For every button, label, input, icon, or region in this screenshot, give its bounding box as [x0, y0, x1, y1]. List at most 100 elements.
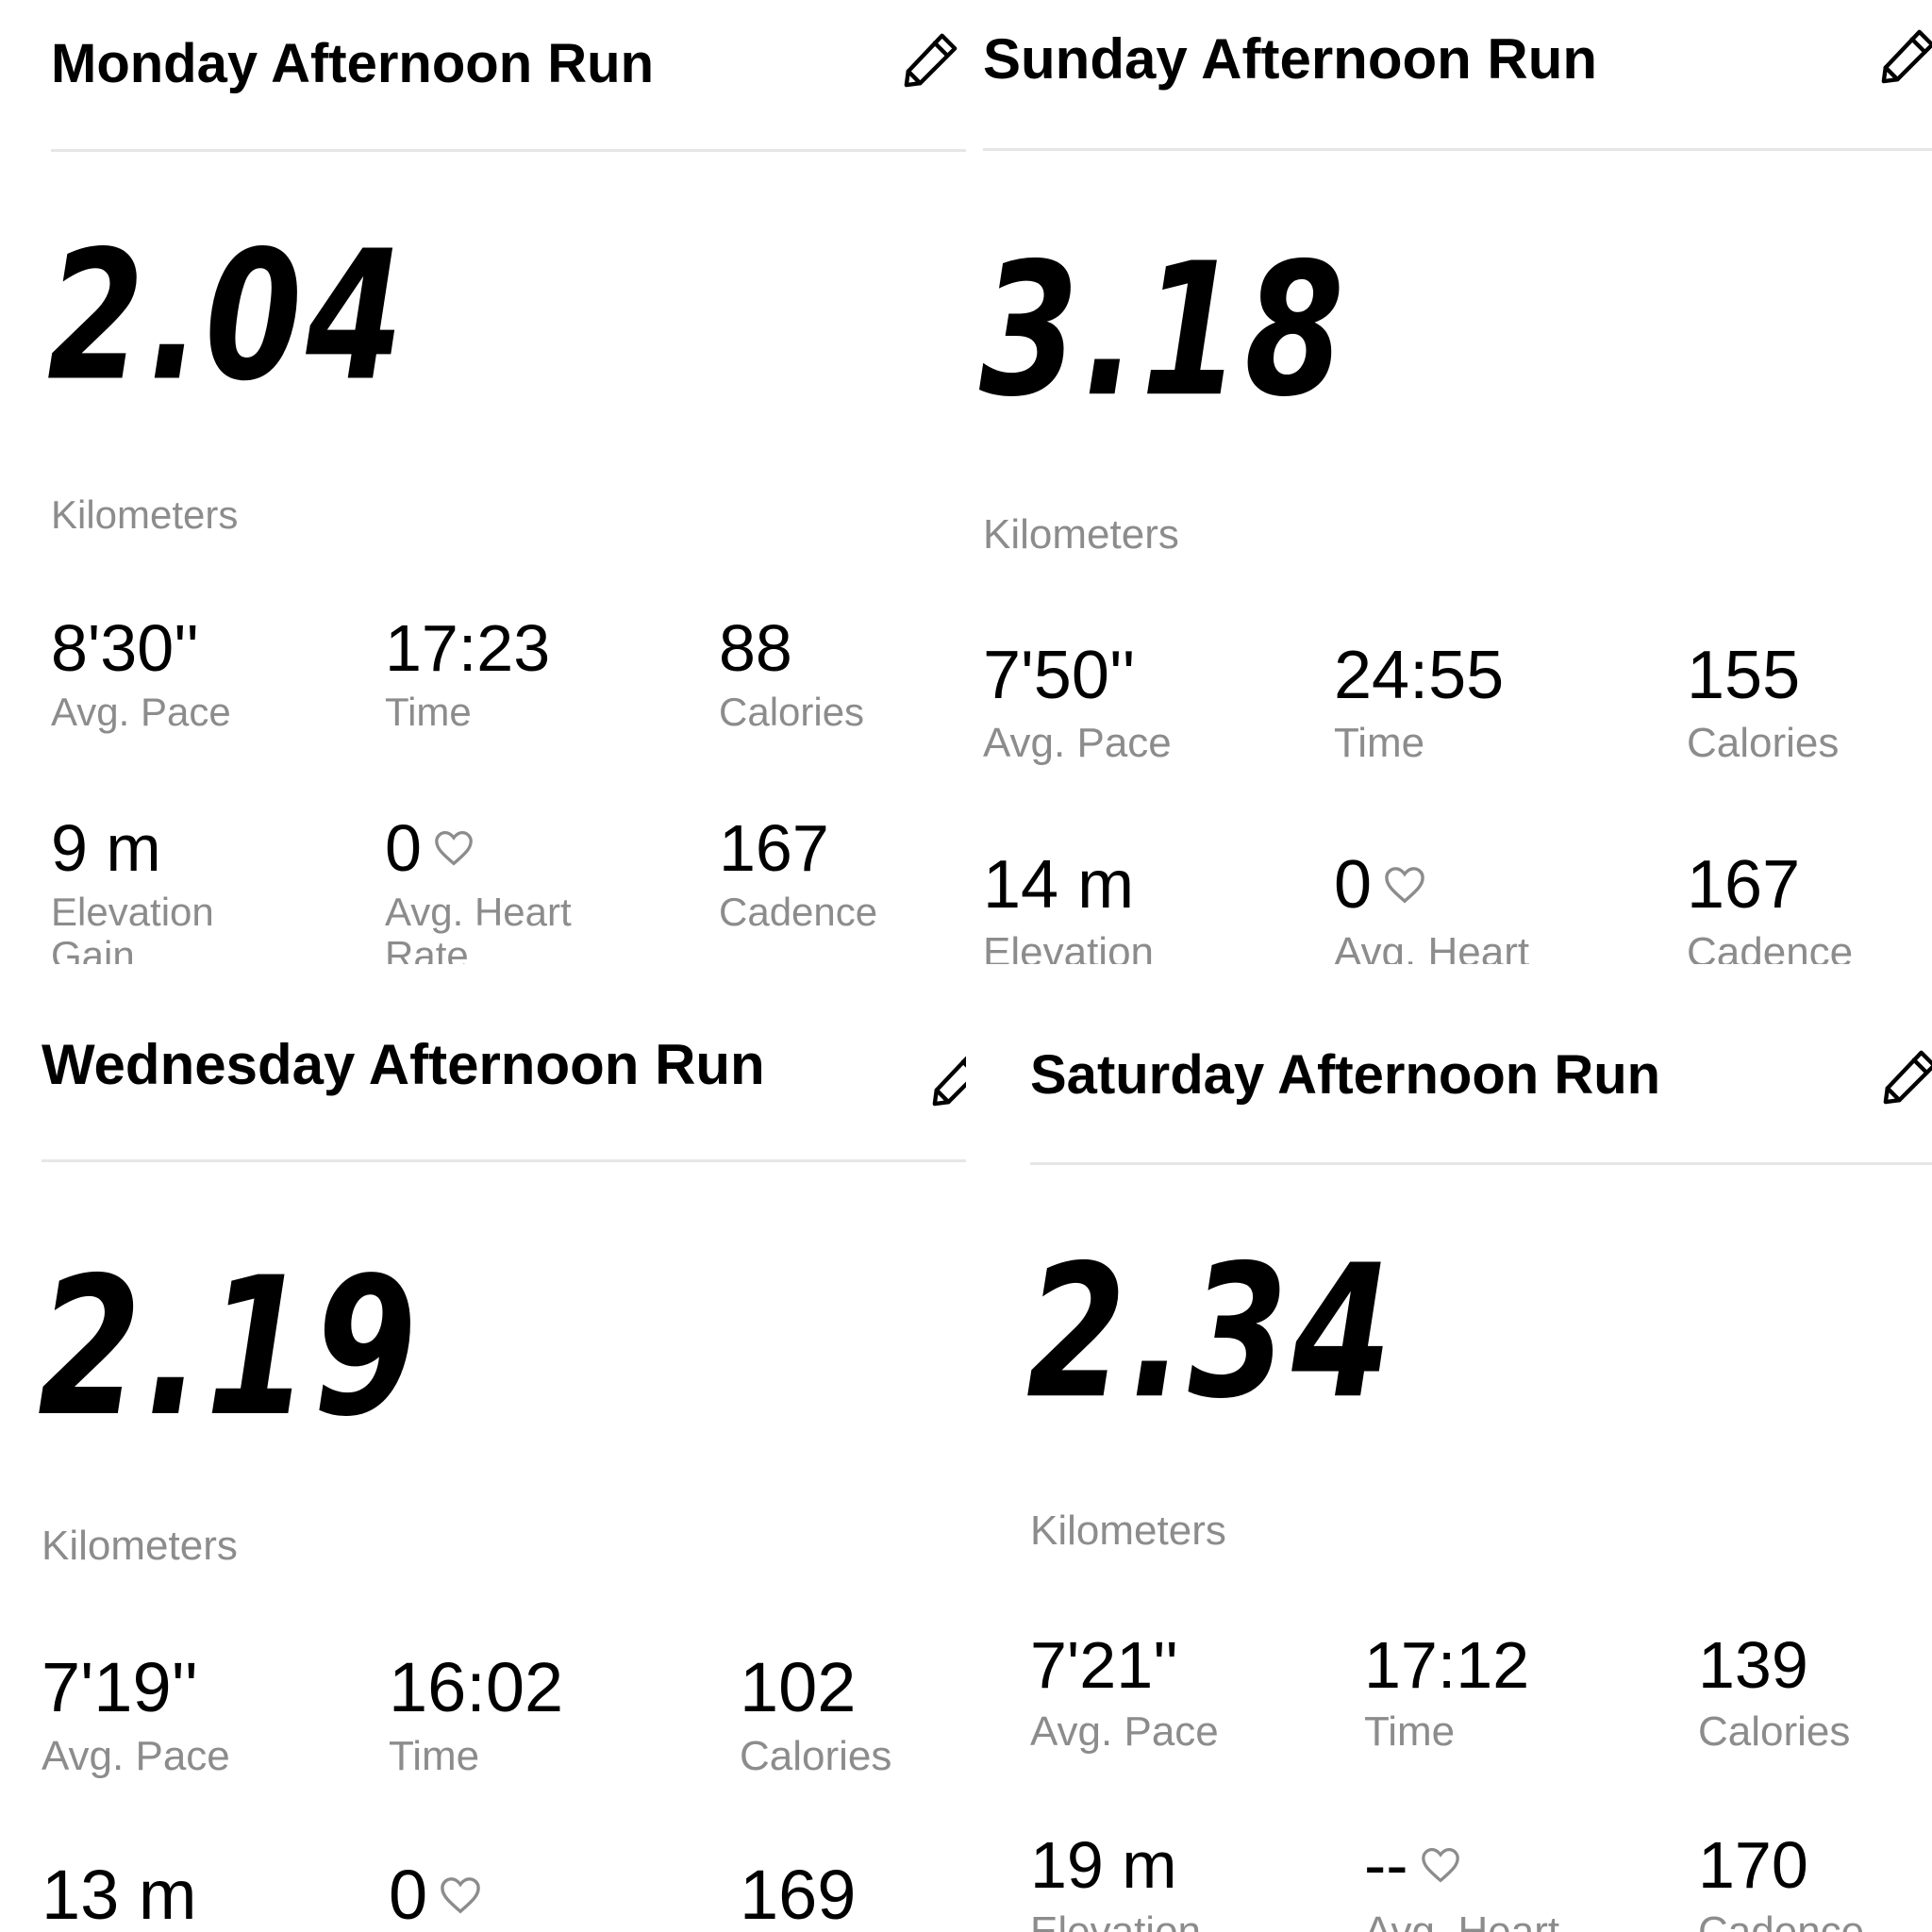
- avg-pace-label: Avg. Pace: [1030, 1708, 1219, 1755]
- calories-stat: 102 Calories: [740, 1653, 891, 1779]
- calories-label: Calories: [1698, 1708, 1851, 1755]
- calories-value: 102: [740, 1648, 857, 1726]
- distance-value: 2.04: [47, 212, 408, 421]
- pencil-icon[interactable]: [1879, 26, 1932, 85]
- heart-outline-icon: [433, 829, 475, 867]
- calories-label: Calories: [740, 1733, 892, 1779]
- time-value: 24:55: [1334, 638, 1505, 713]
- avg-pace-value: 7'50'': [983, 638, 1136, 713]
- heart-outline-icon: [1383, 865, 1426, 905]
- distance-unit-label: Kilometers: [42, 1523, 238, 1569]
- elevation-value: 14 m: [983, 847, 1135, 923]
- avg-pace-value: 7'19'': [42, 1648, 198, 1726]
- elevation-stat: 9 m Elevation Gain: [51, 815, 287, 964]
- elevation-stat: 14 m Elevation: [983, 851, 1154, 964]
- avg-pace-value: 8'30'': [51, 611, 199, 685]
- elevation-stat: 13 m: [42, 1860, 197, 1930]
- cadence-value: 169: [740, 1856, 857, 1932]
- elevation-label: Elevation Gain: [51, 890, 214, 964]
- header-divider: [1030, 1162, 1932, 1165]
- time-label: Time: [1364, 1708, 1456, 1755]
- cadence-label: Cadence: [1687, 929, 1854, 964]
- avg-pace-stat: 7'19'' Avg. Pace: [42, 1653, 230, 1779]
- time-stat: 17:12 Time: [1364, 1632, 1529, 1755]
- calories-value: 139: [1698, 1628, 1808, 1702]
- avg-pace-value: 7'21'': [1030, 1628, 1178, 1702]
- elevation-value: 9 m: [51, 811, 161, 885]
- heart-rate-label: Avg. Heart Rate: [385, 890, 572, 964]
- run-card-sunday: Sunday Afternoon Run 3.18 Kilometers 7'5…: [966, 0, 1932, 964]
- run-title[interactable]: Sunday Afternoon Run: [983, 26, 1597, 92]
- heart-rate-value: 0: [385, 811, 422, 885]
- heart-rate-value-row: 0: [1334, 851, 1529, 919]
- cadence-value: 167: [1687, 847, 1801, 923]
- distance-unit-label: Kilometers: [983, 511, 1179, 558]
- calories-stat: 88 Calories: [719, 615, 864, 734]
- time-stat: 24:55 Time: [1334, 641, 1504, 766]
- heart-rate-stat: 0 Avg. Heart: [1334, 851, 1529, 964]
- pencil-icon[interactable]: [1881, 1047, 1932, 1106]
- time-value: 16:02: [389, 1648, 564, 1726]
- run-summary-collage: Monday Afternoon Run 2.04 Kilometers 8'3…: [0, 0, 1932, 1932]
- heart-rate-value: --: [1364, 1828, 1408, 1902]
- run-title[interactable]: Saturday Afternoon Run: [1030, 1043, 1660, 1107]
- heart-rate-value: 0: [389, 1856, 428, 1932]
- distance-unit-label: Kilometers: [1030, 1507, 1226, 1554]
- heart-rate-stat: 0: [389, 1860, 482, 1930]
- time-value: 17:23: [385, 611, 551, 685]
- cadence-label: Cadence: [1698, 1908, 1865, 1932]
- run-title[interactable]: Monday Afternoon Run: [51, 32, 654, 95]
- distance-value: 3.18: [979, 223, 1349, 438]
- cadence-value: 170: [1698, 1828, 1808, 1902]
- time-stat: 16:02 Time: [389, 1653, 563, 1779]
- distance-value: 2.19: [38, 1237, 421, 1459]
- heart-rate-label: Avg. Heart: [1334, 929, 1530, 964]
- avg-pace-stat: 7'21'' Avg. Pace: [1030, 1632, 1219, 1755]
- distance-unit-label: Kilometers: [51, 492, 239, 537]
- run-card-saturday: Saturday Afternoon Run 2.34 Kilometers 7…: [966, 964, 1932, 1932]
- elevation-label: Elevation: [1030, 1908, 1202, 1932]
- time-label: Time: [1334, 720, 1425, 766]
- header-divider: [983, 148, 1932, 151]
- calories-value: 155: [1687, 638, 1801, 713]
- cadence-stat: 167 Cadence: [1687, 851, 1853, 964]
- elevation-value: 19 m: [1030, 1828, 1177, 1902]
- heart-rate-stat: -- Avg. Heart: [1364, 1832, 1559, 1932]
- time-label: Time: [385, 690, 472, 734]
- heart-rate-stat: 0 Avg. Heart Rate: [385, 815, 630, 964]
- calories-stat: 155 Calories: [1687, 641, 1839, 766]
- heart-rate-value: 0: [1334, 847, 1373, 923]
- avg-pace-label: Avg. Pace: [983, 720, 1172, 766]
- run-card-monday: Monday Afternoon Run 2.04 Kilometers 8'3…: [0, 0, 966, 964]
- pencil-icon[interactable]: [902, 30, 960, 89]
- heart-rate-value-row: --: [1364, 1832, 1559, 1898]
- heart-rate-value-row: 0: [389, 1860, 482, 1930]
- calories-label: Calories: [1687, 720, 1840, 766]
- time-label: Time: [389, 1733, 480, 1779]
- elevation-label: Elevation: [983, 929, 1155, 964]
- cadence-stat: 169: [740, 1860, 856, 1930]
- cadence-stat: 167 Cadence: [719, 815, 877, 934]
- calories-value: 88: [719, 611, 792, 685]
- calories-label: Calories: [719, 690, 865, 734]
- run-title[interactable]: Wednesday Afternoon Run: [42, 1032, 765, 1097]
- distance-value: 2.34: [1026, 1224, 1396, 1440]
- elevation-value: 13 m: [42, 1856, 197, 1932]
- cadence-label: Cadence: [719, 890, 878, 934]
- time-value: 17:12: [1364, 1628, 1530, 1702]
- avg-pace-stat: 8'30'' Avg. Pace: [51, 615, 231, 734]
- calories-stat: 139 Calories: [1698, 1632, 1850, 1755]
- avg-pace-label: Avg. Pace: [51, 690, 231, 734]
- time-stat: 17:23 Time: [385, 615, 550, 734]
- elevation-stat: 19 m Elevation: [1030, 1832, 1201, 1932]
- header-divider: [42, 1159, 966, 1162]
- heart-rate-label: Avg. Heart: [1364, 1908, 1560, 1932]
- cadence-value: 167: [719, 811, 829, 885]
- avg-pace-stat: 7'50'' Avg. Pace: [983, 641, 1172, 766]
- pencil-icon[interactable]: [930, 1049, 966, 1108]
- heart-outline-icon: [439, 1875, 482, 1915]
- cadence-stat: 170 Cadence: [1698, 1832, 1864, 1932]
- avg-pace-label: Avg. Pace: [42, 1733, 230, 1779]
- header-divider: [51, 149, 966, 152]
- heart-rate-value-row: 0: [385, 815, 630, 881]
